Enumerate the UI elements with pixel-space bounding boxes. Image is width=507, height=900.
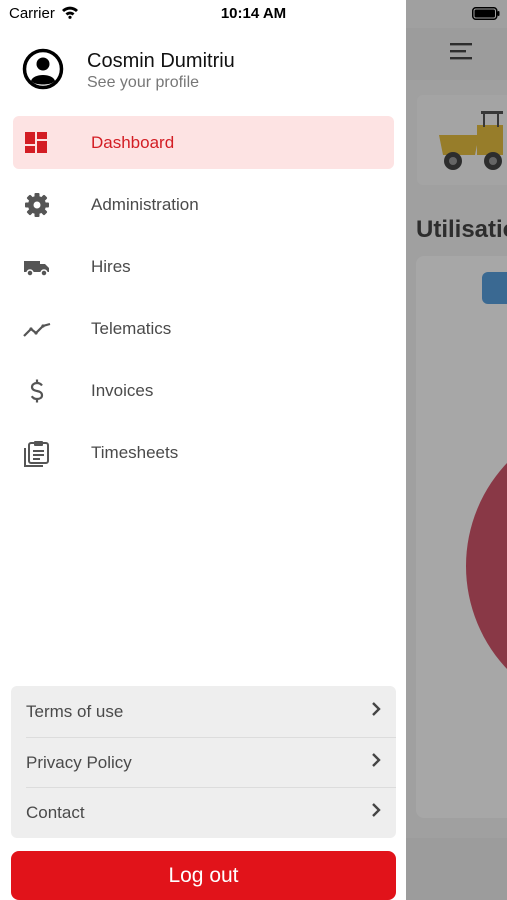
menu-item-hires[interactable]: Hires (13, 240, 394, 293)
clipboard-icon (24, 441, 49, 467)
link-contact[interactable]: Contact (11, 787, 396, 838)
link-privacy-policy[interactable]: Privacy Policy (11, 737, 396, 788)
menu-label-administration: Administration (91, 195, 199, 214)
chevron-right-icon (372, 753, 381, 767)
logout-label: Log out (168, 864, 239, 887)
gear-icon (25, 193, 49, 217)
link-terms-of-use[interactable]: Terms of use (11, 686, 396, 737)
dashboard-icon (25, 132, 47, 153)
chevron-right-icon (372, 803, 381, 817)
menu-item-administration[interactable]: Administration (13, 178, 394, 231)
link-label-contact: Contact (26, 803, 85, 822)
menu-label-dashboard: Dashboard (91, 133, 175, 152)
dollar-icon (30, 379, 44, 403)
logout-button[interactable]: Log out (11, 851, 396, 900)
trend-line-icon (23, 322, 51, 337)
menu-item-invoices[interactable]: Invoices (13, 364, 394, 417)
user-circle-icon (22, 48, 64, 90)
menu-item-dashboard[interactable]: Dashboard (13, 116, 394, 169)
drawer-overlay[interactable] (406, 0, 507, 900)
menu-label-telematics: Telematics (91, 319, 172, 338)
clock: 10:14 AM (220, 5, 287, 22)
link-label-privacy: Privacy Policy (26, 753, 132, 772)
truck-icon (24, 261, 49, 277)
menu-item-telematics[interactable]: Telematics (13, 302, 394, 355)
menu-label-hires: Hires (91, 257, 131, 276)
menu-label-invoices: Invoices (91, 381, 154, 400)
navigation-drawer: Cosmin Dumitriu See your profile Dashboa… (0, 0, 406, 900)
battery-icon (472, 7, 500, 20)
menu-label-timesheets: Timesheets (91, 443, 179, 462)
profile-subtitle: See your profile (87, 74, 200, 91)
profile-name: Cosmin Dumitriu (87, 50, 235, 72)
profile-row[interactable]: Cosmin Dumitriu See your profile (0, 36, 406, 100)
footer-links: Terms of use Privacy Policy Contact (11, 686, 396, 838)
chevron-right-icon (372, 702, 381, 716)
status-bar: Carrier 10:14 AM (0, 0, 507, 28)
menu-item-timesheets[interactable]: Timesheets (13, 426, 394, 479)
link-label-terms: Terms of use (26, 702, 124, 721)
